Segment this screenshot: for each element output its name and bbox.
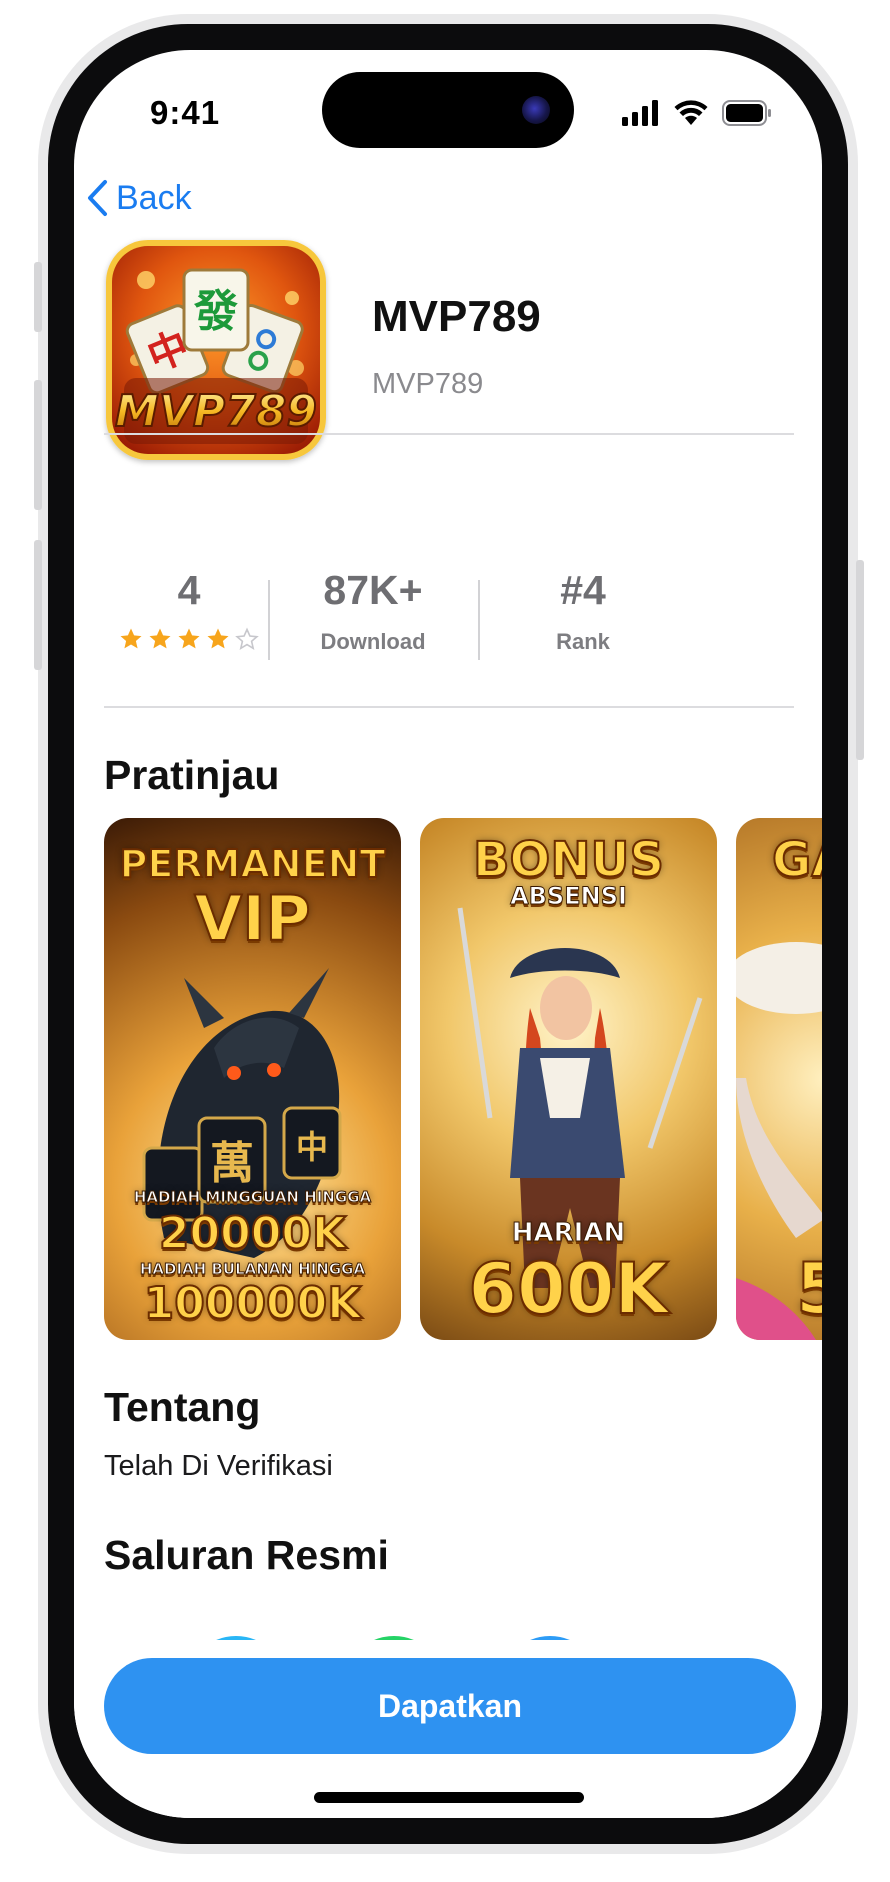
home-indicator[interactable]: [314, 1792, 584, 1803]
status-icons: [622, 98, 772, 128]
downloads-value: 87K+: [323, 567, 423, 613]
side-button-left-3: [34, 540, 42, 670]
dynamic-island: [322, 72, 574, 148]
preview-carousel[interactable]: 萬 中 PERMANENT VIP HADIAH MINGGUAN HINGGA…: [104, 818, 822, 1340]
app-name: MVP789: [372, 292, 541, 341]
chevron-left-icon: [88, 180, 107, 216]
channels-title: Saluran Resmi: [104, 1532, 389, 1578]
about-title: Tentang: [104, 1384, 261, 1430]
wifi-icon: [674, 100, 708, 125]
side-button-right: [856, 560, 864, 760]
shot1-line-4: 100000K: [143, 1277, 363, 1330]
rank-value: #4: [560, 567, 606, 613]
downloads-stat: 87K+ Download: [258, 565, 488, 655]
shot3-line-1: 5: [795, 1247, 822, 1331]
shot2-line-2: 600K: [467, 1247, 669, 1331]
shot2-line-1: HARIAN: [511, 1218, 626, 1249]
status-time: 9:41: [150, 94, 221, 131]
downloads-label: Download: [320, 629, 426, 654]
phone-screen: 9:41 Back 中 發 MVP789 MVP789 MVP789 4 87K…: [74, 50, 822, 1818]
back-label: Back: [116, 178, 192, 217]
side-button-left-1: [34, 262, 42, 332]
preview-screenshot-3[interactable]: GA 5: [736, 818, 822, 1340]
preview-screenshot-2[interactable]: BONUS ABSENSI HARIAN 600K: [420, 818, 717, 1340]
side-button-left-2: [34, 380, 42, 510]
rank-label: Rank: [556, 629, 610, 654]
shot2-title-2: ABSENSI: [510, 882, 628, 911]
svg-text:發: 發: [193, 286, 238, 337]
shot1-line-2: 20000K: [158, 1207, 347, 1260]
battery-icon: [722, 100, 771, 126]
star-filled-icon: [207, 628, 229, 649]
rank-stat: #4 Rank: [468, 565, 698, 655]
app-icon-text: MVP789: [115, 386, 317, 437]
svg-text:中: 中: [296, 1128, 328, 1166]
shot1-line-3: HADIAH BULANAN HINGGA: [139, 1260, 366, 1279]
app-developer: MVP789: [372, 368, 484, 400]
back-button[interactable]: Back: [86, 170, 192, 226]
shot1-line-1: HADIAH MINGGUAN HINGGA: [133, 1188, 372, 1207]
star-empty-icon: [235, 627, 259, 650]
star-filled-icon: [178, 628, 200, 649]
shot3-title-1: GA: [771, 831, 822, 889]
about-text: Telah Di Verifikasi: [104, 1450, 333, 1482]
divider-top: [104, 433, 794, 435]
mahjong-tiles-logo-icon: 中 發 MVP789: [106, 240, 326, 460]
get-button[interactable]: Dapatkan: [104, 1658, 796, 1754]
star-filled-icon: [120, 628, 142, 649]
star-filled-icon: [149, 628, 171, 649]
shot1-title-2: VIP: [193, 881, 312, 956]
preview-screenshot-1[interactable]: 萬 中 PERMANENT VIP HADIAH MINGGUAN HINGGA…: [104, 818, 401, 1340]
shot2-title-1: BONUS: [472, 831, 665, 889]
status-bar: 9:41: [74, 50, 822, 170]
preview-title: Pratinjau: [104, 752, 280, 798]
divider-bottom: [104, 706, 794, 708]
svg-text:萬: 萬: [210, 1138, 254, 1189]
app-icon: 中 發 MVP789: [106, 240, 326, 460]
cellular-signal-icon: [622, 100, 658, 126]
shot1-title-1: PERMANENT: [119, 841, 387, 887]
front-camera-icon: [522, 96, 550, 124]
